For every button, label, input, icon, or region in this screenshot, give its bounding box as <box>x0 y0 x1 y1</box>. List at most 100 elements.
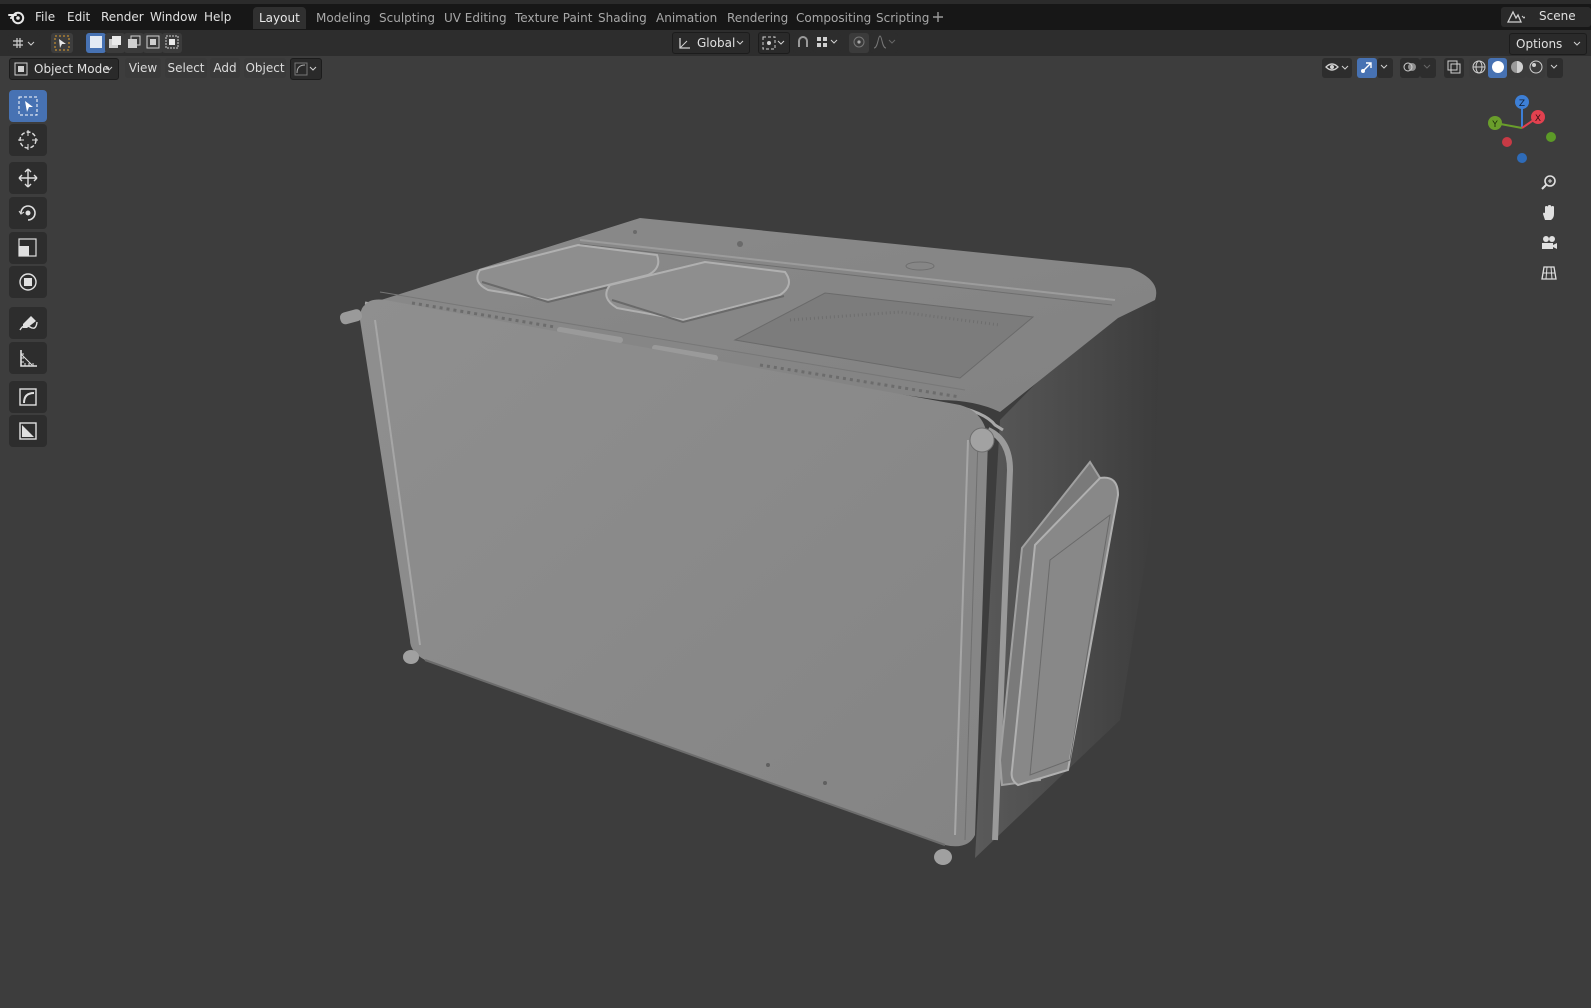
falloff-curve-icon <box>873 35 896 49</box>
select-intersect-icon <box>165 35 179 49</box>
menu-file[interactable]: File <box>31 8 59 26</box>
select-new-button[interactable] <box>86 33 106 53</box>
curve-icon <box>294 62 318 82</box>
select-cursor-icon <box>54 35 70 51</box>
select-extend-button[interactable] <box>105 33 125 53</box>
tab-uv-editing[interactable]: UV Editing <box>438 7 513 29</box>
tool-move[interactable] <box>9 162 47 194</box>
add-cube-icon <box>19 388 37 406</box>
tab-animation[interactable]: Animation <box>650 7 723 29</box>
visibility-dropdown[interactable] <box>1322 58 1352 78</box>
snap-toggle[interactable] <box>793 33 813 53</box>
tool-annotate[interactable] <box>9 307 47 339</box>
shading-wireframe[interactable] <box>1469 58 1488 78</box>
proportional-edit-toggle[interactable] <box>849 33 869 53</box>
pivot-point-dropdown[interactable] <box>758 32 790 54</box>
select-subtract-button[interactable] <box>124 33 144 53</box>
overlays-icon <box>1403 62 1416 72</box>
tool-add-plane[interactable] <box>9 415 47 447</box>
view-menu[interactable]: View <box>125 58 161 78</box>
mode-dropdown[interactable]: Object Mode <box>9 58 119 80</box>
gizmo-type-dropdown[interactable] <box>290 58 322 80</box>
menu-help[interactable]: Help <box>200 8 235 26</box>
overlays-toggle[interactable] <box>1400 58 1420 78</box>
menu-render[interactable]: Render <box>97 8 148 26</box>
tab-scripting[interactable]: Scripting <box>870 7 935 29</box>
cursor-icon <box>18 130 38 150</box>
tool-rotate[interactable] <box>9 197 47 229</box>
blender-logo-icon[interactable] <box>8 9 26 25</box>
axis-x-label: X <box>1535 114 1541 124</box>
tab-compositing[interactable]: Compositing <box>790 7 877 29</box>
tool-transform[interactable] <box>9 266 47 298</box>
shading-rendered[interactable] <box>1526 58 1545 78</box>
gizmo-toggle[interactable] <box>1357 58 1377 78</box>
shading-solid[interactable] <box>1488 58 1507 78</box>
select-intersect-button[interactable] <box>162 33 182 53</box>
pan-hand-icon <box>1543 205 1554 220</box>
axis-y-label: Y <box>1491 120 1498 130</box>
menu-edit[interactable]: Edit <box>63 8 94 26</box>
3d-viewport[interactable]: Object Mode View Select Add Object Z Y X <box>0 56 1591 1008</box>
object-menu[interactable]: Object <box>244 58 286 78</box>
add-workspace-icon[interactable] <box>931 10 945 24</box>
mode-label: Object Mode <box>34 62 110 76</box>
tool-measure[interactable] <box>9 342 47 374</box>
rendered-sphere-icon <box>1529 60 1543 74</box>
overlays-dropdown[interactable] <box>1420 58 1436 78</box>
tab-layout[interactable]: Layout <box>253 7 306 29</box>
transform-orientation-dropdown[interactable]: Global <box>672 32 750 54</box>
chevron-down-icon <box>1423 64 1431 69</box>
scene-selector[interactable]: Scene <box>1501 7 1591 27</box>
menu-window[interactable]: Window <box>146 8 201 26</box>
shading-mode-group <box>1469 58 1569 78</box>
tab-sculpting[interactable]: Sculpting <box>373 7 441 29</box>
magnet-icon <box>798 36 808 47</box>
zoom-button[interactable] <box>1535 170 1563 196</box>
tool-add-cube[interactable] <box>9 381 47 413</box>
wireframe-sphere-icon <box>1472 60 1486 74</box>
gizmo-dropdown[interactable] <box>1377 58 1393 78</box>
scene-name: Scene <box>1539 9 1576 23</box>
select-menu[interactable]: Select <box>165 58 207 78</box>
axis-z-label: Z <box>1519 99 1525 109</box>
select-invert-icon <box>146 35 160 49</box>
annotate-icon <box>19 316 38 331</box>
select-extend-icon <box>109 36 121 48</box>
select-box-icon <box>18 96 38 116</box>
select-invert-button[interactable] <box>143 33 163 53</box>
options-dropdown[interactable]: Options <box>1509 33 1587 55</box>
tab-shading[interactable]: Shading <box>592 7 653 29</box>
add-menu[interactable]: Add <box>210 58 240 78</box>
pan-button[interactable] <box>1535 200 1563 226</box>
falloff-dropdown[interactable] <box>870 33 898 53</box>
axis-neg-y-handle[interactable] <box>1546 132 1556 142</box>
material-sphere-icon <box>1511 61 1523 73</box>
navigation-gizmo[interactable]: Z Y X <box>1480 92 1570 172</box>
proportional-edit-icon <box>853 36 865 48</box>
active-tool-button[interactable] <box>51 33 73 53</box>
tool-select-box[interactable] <box>9 90 47 122</box>
snap-target-dropdown[interactable] <box>813 33 841 53</box>
object-mode-icon <box>14 62 28 82</box>
axis-neg-z-handle[interactable] <box>1517 153 1527 163</box>
tab-modeling[interactable]: Modeling <box>310 7 377 29</box>
ortho-toggle-button[interactable] <box>1535 260 1563 286</box>
shading-material[interactable] <box>1507 58 1526 78</box>
move-icon <box>18 168 38 188</box>
shading-dropdown[interactable] <box>1547 58 1563 78</box>
tab-texture-paint[interactable]: Texture Paint <box>509 7 598 29</box>
editor-type-dropdown[interactable] <box>8 33 40 53</box>
tab-rendering[interactable]: Rendering <box>721 7 794 29</box>
xray-toggle[interactable] <box>1444 58 1464 78</box>
select-new-icon <box>90 36 102 48</box>
measure-icon <box>20 350 37 367</box>
zoom-icon <box>1541 175 1556 190</box>
select-subtract-icon <box>128 35 141 48</box>
axis-neg-x-handle[interactable] <box>1502 137 1512 147</box>
scene-icon <box>1505 9 1527 28</box>
tool-cursor[interactable] <box>9 124 47 156</box>
camera-view-button[interactable] <box>1535 230 1563 256</box>
tool-scale[interactable] <box>9 232 47 264</box>
transform-icon <box>19 273 37 291</box>
